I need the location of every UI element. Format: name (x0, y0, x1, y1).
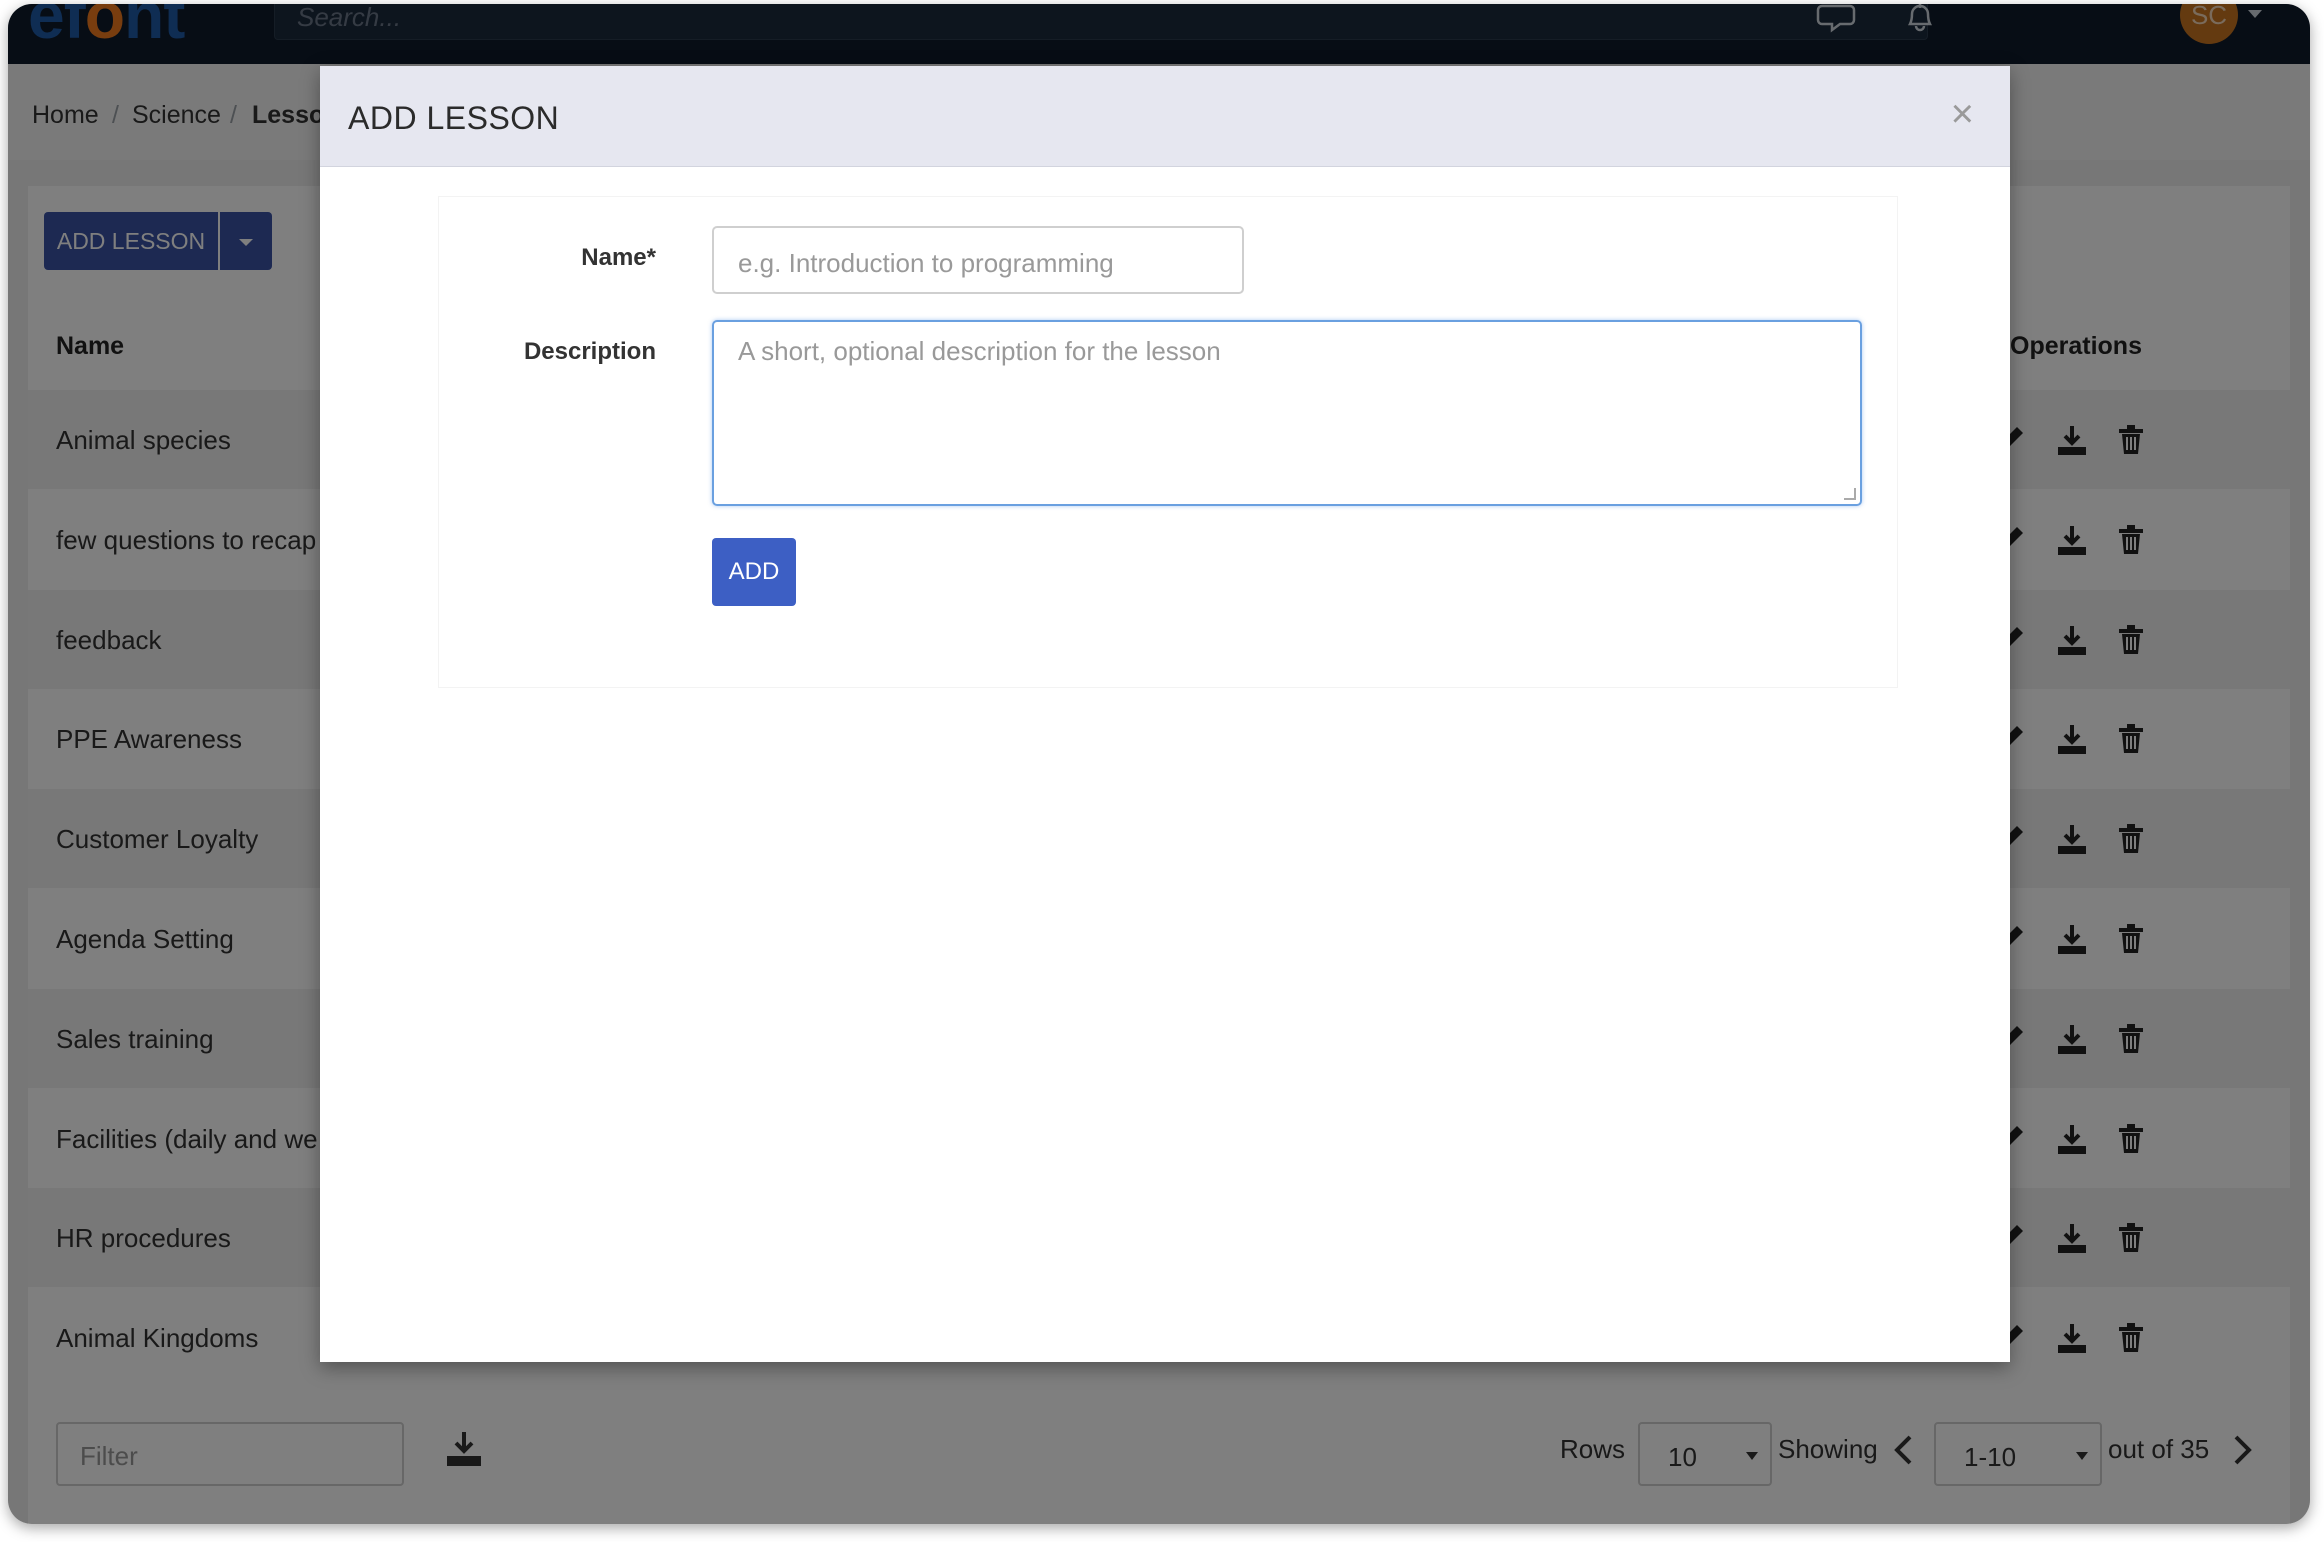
close-icon[interactable]: × (1951, 94, 1974, 134)
add-lesson-modal: ADD LESSON × Name* e.g. Introduction to … (320, 66, 2010, 1362)
lesson-name-input[interactable]: e.g. Introduction to programming (712, 226, 1244, 294)
modal-header: ADD LESSON × (320, 66, 2010, 167)
add-button[interactable]: ADD (712, 538, 796, 606)
name-label: Name* (581, 244, 656, 271)
resize-handle-icon[interactable] (1844, 488, 1856, 500)
modal-title: ADD LESSON (348, 100, 560, 136)
description-label: Description (523, 338, 656, 365)
lesson-description-textarea[interactable]: A short, optional description for the le… (712, 320, 1862, 506)
app-window: efont Search... SC Home / Science / Less… (8, 4, 2310, 1524)
